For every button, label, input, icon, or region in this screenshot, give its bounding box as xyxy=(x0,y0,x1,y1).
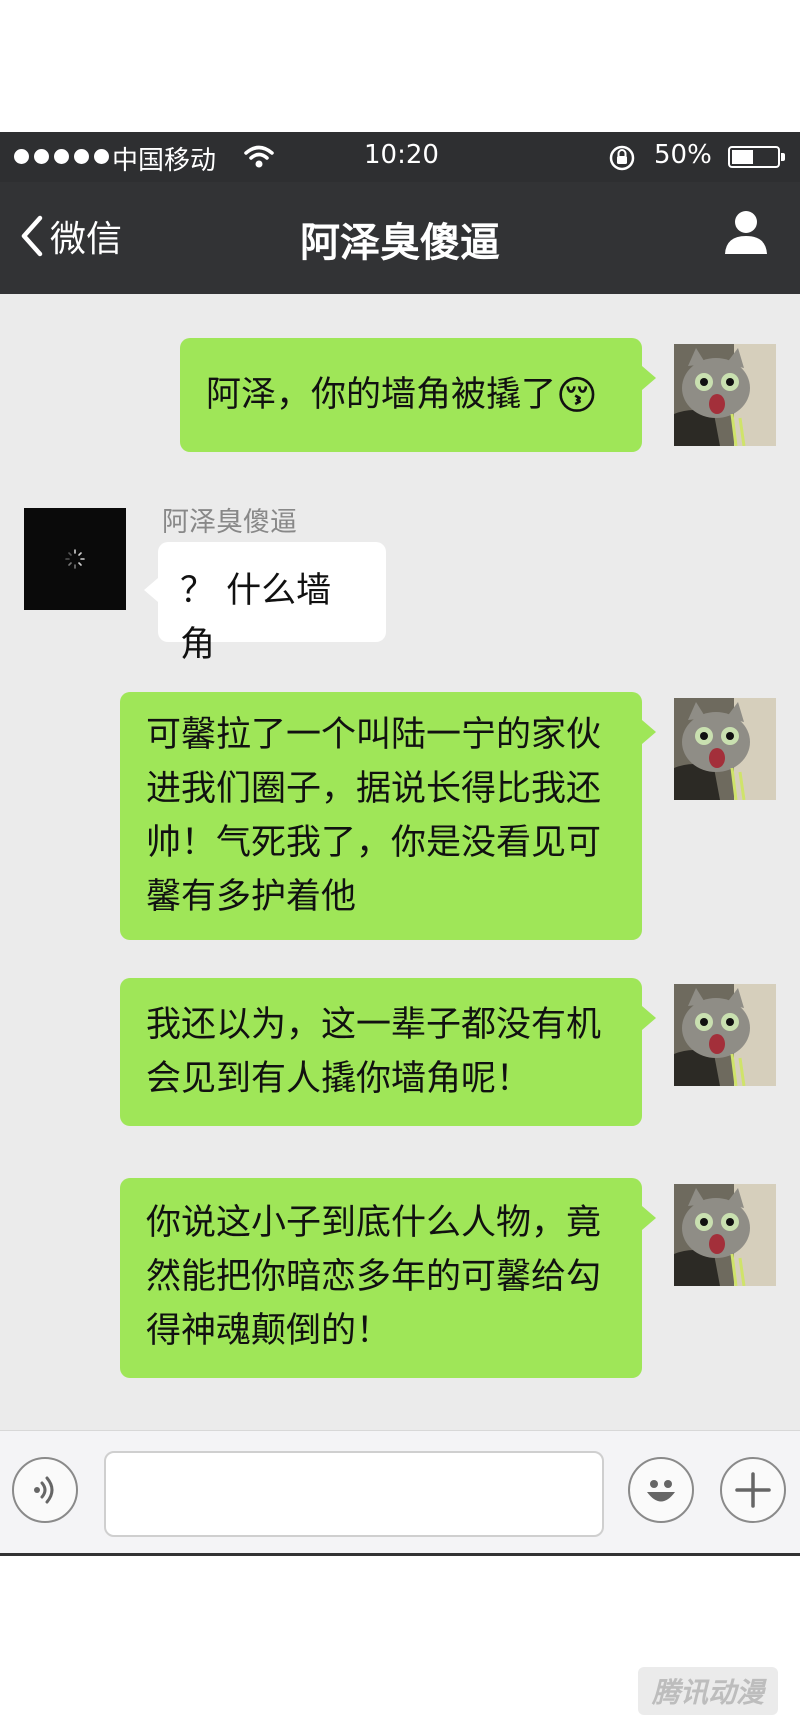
message-text: ？ 什么墙角 xyxy=(180,571,332,665)
message-bubble-outgoing[interactable]: 我还以为，这一辈子都没有机会见到有人撬你墙角呢！ xyxy=(120,978,656,1126)
message-input[interactable] xyxy=(104,1451,604,1537)
my-avatar[interactable] xyxy=(674,698,776,800)
signal-dots-icon xyxy=(14,144,109,164)
smiley-icon xyxy=(647,1480,675,1502)
message-text: 你说这小子到底什么人物，竟然能把你暗恋多年的可馨给勾得神魂颠倒的！ xyxy=(146,1203,602,1351)
my-avatar[interactable] xyxy=(674,1184,776,1286)
wechat-screen: 中国移动 10:20 50% 微信 阿泽臭傻逼 阿泽，你的墙角被撬了😚 阿泽臭傻… xyxy=(0,132,800,1556)
kiss-emoji-icon: 😚 xyxy=(556,373,598,419)
wifi-icon xyxy=(244,144,274,177)
message-text: 我还以为，这一辈子都没有机会见到有人撬你墙角呢！ xyxy=(146,1005,602,1099)
battery-percent: 50% xyxy=(654,140,712,170)
plus-icon xyxy=(735,1472,771,1508)
rotation-lock-icon xyxy=(608,144,636,179)
emoji-button[interactable] xyxy=(628,1457,694,1523)
message-bubble-outgoing[interactable]: 可馨拉了一个叫陆一宁的家伙进我们圈子，据说长得比我还帅！气死我了，你是没看见可馨… xyxy=(120,692,656,940)
message-text: 阿泽，你的墙角被撬了 xyxy=(206,375,557,415)
chat-info-button[interactable] xyxy=(722,208,770,260)
clock: 10:20 xyxy=(364,140,439,170)
sender-name: 阿泽臭傻逼 xyxy=(162,507,297,538)
my-avatar[interactable] xyxy=(674,344,776,446)
add-button[interactable] xyxy=(720,1457,786,1523)
input-bar xyxy=(0,1430,800,1556)
chat-title: 阿泽臭傻逼 xyxy=(300,220,500,266)
message-bubble-outgoing[interactable]: 阿泽，你的墙角被撬了😚 xyxy=(180,338,656,452)
message-bubble-outgoing[interactable]: 你说这小子到底什么人物，竟然能把你暗恋多年的可馨给勾得神魂颠倒的！ xyxy=(120,1178,656,1378)
watermark-logo: 腾讯动漫 xyxy=(637,1667,778,1715)
nav-bar: 微信 阿泽臭傻逼 xyxy=(0,182,800,294)
message-bubble-incoming[interactable]: ？ 什么墙角 xyxy=(144,542,386,665)
battery-icon xyxy=(728,146,785,168)
my-avatar[interactable] xyxy=(674,984,776,1086)
message-list[interactable]: 阿泽，你的墙角被撬了😚 阿泽臭傻逼 ？ 什么墙角 可馨拉了一个叫陆一宁的家伙进我… xyxy=(0,294,800,1430)
voice-icon xyxy=(34,1476,54,1504)
message-text: 可馨拉了一个叫陆一宁的家伙进我们圈子，据说长得比我还帅！气死我了，你是没看见可馨… xyxy=(146,715,602,917)
voice-button[interactable] xyxy=(12,1457,78,1523)
contact-avatar[interactable] xyxy=(24,508,126,610)
status-bar: 中国移动 10:20 50% xyxy=(0,132,800,182)
carrier-label: 中国移动 xyxy=(112,146,217,176)
person-icon xyxy=(725,211,767,254)
